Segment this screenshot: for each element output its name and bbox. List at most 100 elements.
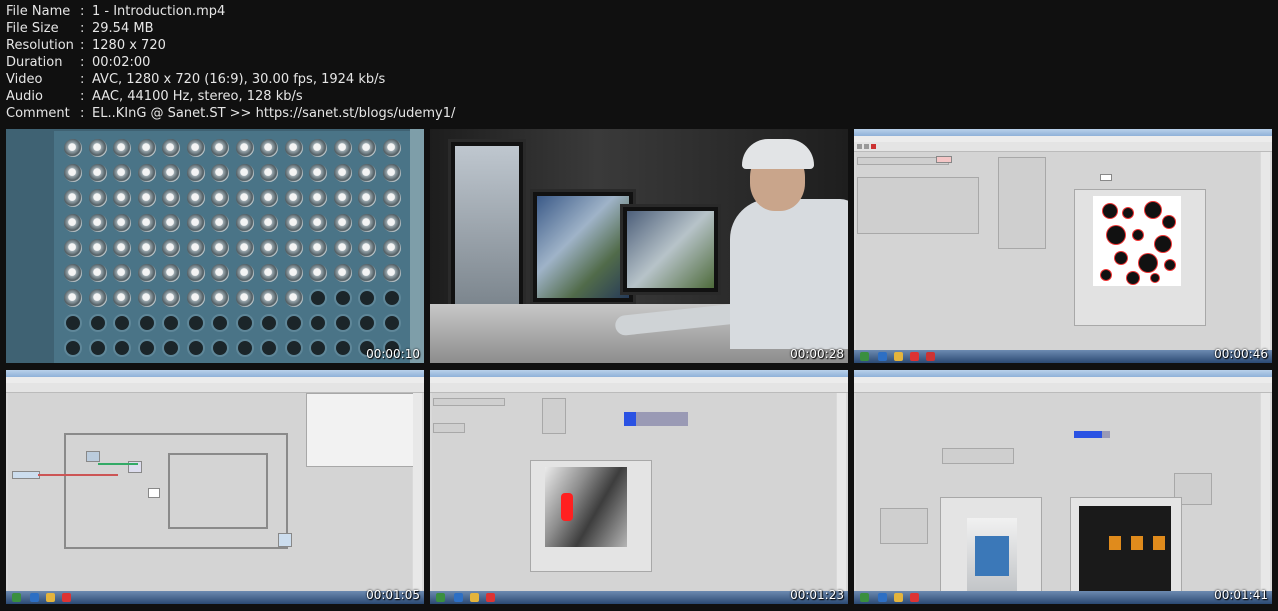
vial bbox=[260, 214, 278, 232]
vial bbox=[382, 214, 401, 232]
front-panel bbox=[432, 393, 836, 591]
vial bbox=[162, 189, 180, 207]
vial bbox=[113, 264, 131, 282]
tray-rail bbox=[410, 129, 424, 363]
wire bbox=[38, 474, 118, 476]
vial bbox=[64, 189, 82, 207]
particle bbox=[1163, 216, 1175, 228]
front-panel bbox=[856, 152, 1260, 350]
vial bbox=[186, 239, 205, 257]
vial bbox=[382, 264, 401, 282]
toolbar bbox=[854, 142, 1272, 152]
vial bbox=[284, 314, 303, 332]
particle bbox=[1139, 254, 1157, 272]
image-display-frame bbox=[530, 460, 652, 572]
vial bbox=[309, 164, 327, 182]
info-value: 29.54 MB bbox=[92, 21, 154, 36]
vial bbox=[382, 189, 401, 207]
particle bbox=[1107, 226, 1125, 244]
vial bbox=[113, 189, 131, 207]
window-titlebar bbox=[6, 370, 424, 377]
vial bbox=[358, 189, 376, 207]
info-key: Video bbox=[6, 72, 43, 87]
vial bbox=[186, 264, 205, 282]
vial bbox=[333, 189, 352, 207]
ie-icon bbox=[878, 593, 887, 602]
objects-cluster bbox=[998, 157, 1046, 249]
file-path-control bbox=[433, 398, 505, 406]
vial bbox=[113, 239, 131, 257]
info-row-audio: Audio: AAC, 44100 Hz, stereo, 128 kb/s bbox=[6, 89, 303, 104]
vial bbox=[64, 289, 82, 307]
vial bbox=[162, 164, 180, 182]
vial bbox=[88, 239, 107, 257]
chrome-icon bbox=[910, 352, 919, 361]
thumbnail-timestamp: 00:01:41 bbox=[1214, 588, 1268, 602]
windows-taskbar bbox=[430, 591, 848, 604]
particle bbox=[1115, 252, 1127, 264]
vial bbox=[235, 239, 254, 257]
info-row-resolution: Resolution:1280 x 720 bbox=[6, 38, 166, 53]
vial bbox=[382, 289, 401, 307]
thumbnail-timestamp: 00:00:28 bbox=[790, 347, 844, 361]
grayscale-photo bbox=[545, 467, 627, 547]
run-icon bbox=[857, 144, 862, 149]
vial bbox=[186, 164, 205, 182]
vial bbox=[88, 214, 107, 232]
thumbnail-block-diagram: 00:01:05 bbox=[6, 370, 424, 604]
vial bbox=[186, 289, 205, 307]
vertical-scrollbar bbox=[1261, 393, 1270, 591]
match-rect bbox=[1131, 536, 1143, 550]
vertical-scrollbar bbox=[837, 393, 846, 591]
thumbnail-timestamp: 00:01:05 bbox=[366, 588, 420, 602]
info-key: Audio bbox=[6, 89, 43, 104]
vial bbox=[186, 339, 205, 357]
global-rectangle-array bbox=[542, 398, 566, 434]
thumbnail-particle-analysis: 00:00:46 bbox=[854, 129, 1272, 363]
vial bbox=[211, 239, 229, 257]
info-value: 00:02:00 bbox=[92, 55, 151, 70]
operator-cap bbox=[742, 139, 814, 169]
vial bbox=[358, 239, 376, 257]
slider-control bbox=[624, 412, 688, 426]
vial bbox=[284, 139, 303, 157]
vial bbox=[211, 214, 229, 232]
app-icon bbox=[926, 352, 935, 361]
vial bbox=[64, 164, 82, 182]
vial bbox=[162, 214, 180, 232]
vial bbox=[137, 214, 156, 232]
toolbar bbox=[430, 383, 848, 393]
vial bbox=[113, 289, 131, 307]
particle bbox=[1123, 208, 1133, 218]
vial bbox=[260, 339, 278, 357]
thumbnail-timestamp: 00:01:23 bbox=[790, 588, 844, 602]
vial bbox=[333, 289, 352, 307]
match-rect bbox=[1109, 536, 1121, 550]
thumbnail-operator-monitors: 00:00:28 bbox=[430, 129, 848, 363]
particle bbox=[1145, 202, 1161, 218]
vial bbox=[309, 214, 327, 232]
explorer-icon bbox=[894, 593, 903, 602]
vial bbox=[260, 314, 278, 332]
vial bbox=[162, 239, 180, 257]
vial bbox=[211, 264, 229, 282]
vial bbox=[88, 264, 107, 282]
vial bbox=[309, 189, 327, 207]
vial-tray-image bbox=[54, 131, 410, 363]
vial bbox=[309, 314, 327, 332]
vial bbox=[284, 189, 303, 207]
vial bbox=[260, 189, 278, 207]
red-overlay-rectangle bbox=[561, 493, 573, 521]
case-structure bbox=[168, 453, 268, 529]
info-key: File Name bbox=[6, 4, 71, 19]
info-row-comment: Comment: EL..KInG @ Sanet.ST >> https://s… bbox=[6, 106, 456, 121]
vial bbox=[64, 264, 82, 282]
info-value: EL..KInG @ Sanet.ST >> https://sanet.st/… bbox=[92, 106, 456, 121]
info-key: Resolution bbox=[6, 38, 74, 53]
vial bbox=[284, 264, 303, 282]
vial bbox=[284, 164, 303, 182]
toolbar bbox=[854, 383, 1272, 393]
vial bbox=[284, 214, 303, 232]
vial bbox=[113, 339, 131, 357]
vial bbox=[235, 189, 254, 207]
